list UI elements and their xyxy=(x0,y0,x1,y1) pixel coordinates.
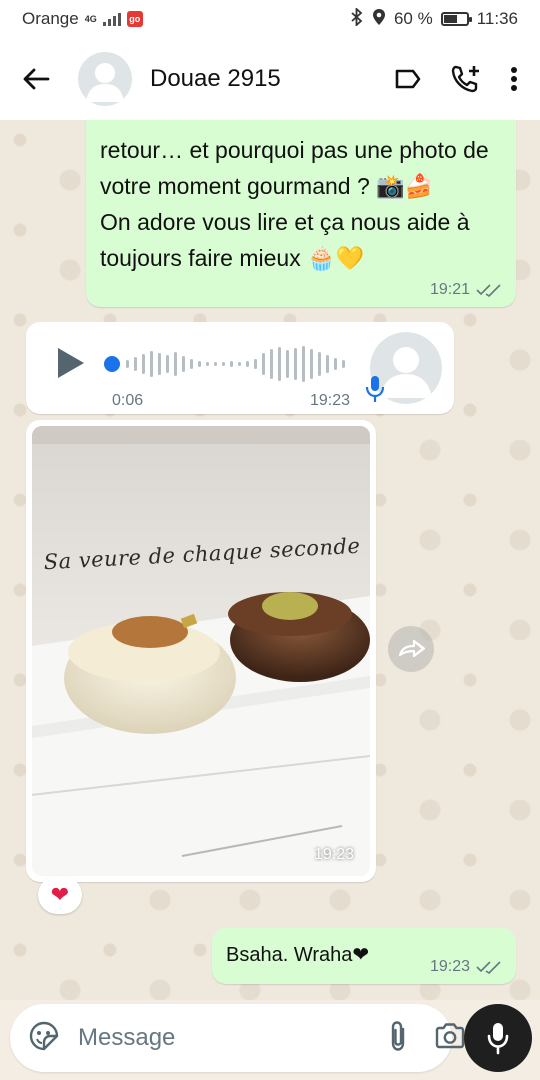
waveform-bar xyxy=(278,347,281,381)
waveform-bar xyxy=(262,353,265,375)
more-vertical-icon[interactable] xyxy=(510,66,518,92)
waveform-bar xyxy=(270,349,273,379)
waveform-bar xyxy=(182,356,185,372)
waveform-bar xyxy=(254,359,257,369)
waveform-bar xyxy=(238,362,241,366)
contact-avatar[interactable] xyxy=(78,52,132,106)
waveform-bar xyxy=(230,361,233,367)
bluetooth-icon xyxy=(350,6,364,31)
waveform-bar xyxy=(190,359,193,369)
waveform-bar xyxy=(134,357,137,371)
waveform-bar xyxy=(342,360,345,368)
waveform-bar xyxy=(198,361,201,367)
image-message[interactable]: Sa veure de chaque seconde 19:23 xyxy=(26,420,376,882)
message-text: retour… et pourquoi pas une photo de vot… xyxy=(100,137,489,271)
mic-icon xyxy=(487,1023,509,1055)
message-time: 19:23 xyxy=(310,392,351,409)
cake-photo[interactable]: Sa veure de chaque seconde 19:23 xyxy=(32,426,370,876)
waveform-bar xyxy=(206,362,209,366)
mic-icon xyxy=(364,374,386,409)
status-bar: Orange 4G go 60 % 11:36 xyxy=(0,0,540,38)
double-check-icon xyxy=(476,283,502,297)
chat-header: Douae 2915 xyxy=(0,38,540,120)
waveform-bar xyxy=(142,354,145,374)
signal-icon xyxy=(102,12,121,26)
label-icon[interactable] xyxy=(394,68,422,90)
back-arrow-icon[interactable] xyxy=(16,59,56,99)
location-icon xyxy=(372,8,386,31)
message-composer xyxy=(10,1004,465,1072)
message-time: 19:23 xyxy=(429,958,470,975)
camera-icon[interactable] xyxy=(434,1022,466,1055)
emoji-sticker-icon[interactable] xyxy=(28,1020,60,1057)
audio-waveform[interactable] xyxy=(104,344,350,384)
waveform-bar xyxy=(150,351,153,377)
voice-duration: 0:06 xyxy=(112,392,144,409)
attach-icon[interactable] xyxy=(388,1020,408,1057)
outgoing-message[interactable]: Bsaha. Wraha❤ 19:23 xyxy=(212,928,516,984)
voice-record-button[interactable] xyxy=(464,1004,532,1072)
waveform-bar xyxy=(246,361,249,367)
message-time: 19:21 xyxy=(429,281,470,298)
waveform-bar xyxy=(158,353,161,375)
battery-icon xyxy=(440,12,472,26)
waveform-bar xyxy=(334,358,337,370)
waveform-bar xyxy=(326,355,329,373)
waveform-bar xyxy=(286,350,289,378)
waveform-bar xyxy=(302,346,305,382)
waveform-bar xyxy=(222,362,225,366)
message-input[interactable] xyxy=(78,1024,388,1052)
add-call-icon[interactable] xyxy=(450,64,482,94)
message-text: Bsaha. Wraha❤ xyxy=(226,944,370,966)
battery-percent: 60 % xyxy=(393,9,433,28)
chat-area[interactable]: retour… et pourquoi pas une photo de vot… xyxy=(0,120,540,1000)
contact-name[interactable]: Douae 2915 xyxy=(150,65,281,93)
waveform-bar xyxy=(294,348,297,380)
waveform-bar xyxy=(318,352,321,376)
forward-icon[interactable] xyxy=(388,626,434,672)
outgoing-message[interactable]: retour… et pourquoi pas une photo de vot… xyxy=(86,120,516,307)
clock: 11:36 xyxy=(476,9,518,28)
network-type: 4G xyxy=(84,13,97,24)
waveform-bar xyxy=(126,360,129,368)
double-check-icon xyxy=(476,960,502,974)
message-time: 19:23 xyxy=(313,846,354,863)
carrier-name: Orange xyxy=(22,9,79,28)
voice-message[interactable]: 0:06 19:23 xyxy=(26,322,454,414)
waveform-bar xyxy=(310,349,313,379)
waveform-bar xyxy=(166,355,169,373)
waveform-bar xyxy=(214,362,217,366)
notification-app-icon: go xyxy=(126,11,143,27)
reaction-heart[interactable]: ❤ xyxy=(38,876,82,914)
play-icon[interactable] xyxy=(56,346,86,385)
waveform-bar xyxy=(174,352,177,376)
